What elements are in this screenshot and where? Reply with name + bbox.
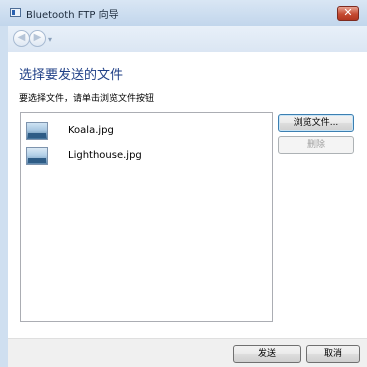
list-item[interactable]: Koala.jpg [26,122,226,140]
close-button[interactable]: ✕ [337,6,359,21]
wizard-content: 选择要发送的文件 要选择文件，请单击浏览文件按钮 Koala.jpg Light… [8,52,367,338]
list-item[interactable]: Lighthouse.jpg [26,147,226,165]
file-list[interactable]: Koala.jpg Lighthouse.jpg [20,112,273,322]
back-arrow-icon: ◀ [17,32,26,43]
button-bar: 发送 取消 [8,338,367,367]
forward-arrow-icon: ▶ [33,32,42,43]
instruction-text: 要选择文件，请单击浏览文件按钮 [19,94,155,104]
wizard-window: Bluetooth FTP 向导 ✕ ◀ ▶ ▾ 选择要发送的文件 要选择文件，… [0,0,367,367]
file-name: Koala.jpg [68,125,114,136]
send-button[interactable]: 发送 [233,345,301,363]
bluetooth-window-icon [10,8,21,17]
page-title: 选择要发送的文件 [19,68,124,83]
close-icon: ✕ [343,6,353,19]
file-name: Lighthouse.jpg [68,150,142,161]
cancel-button[interactable]: 取消 [306,345,360,363]
window-title: Bluetooth FTP 向导 [26,10,119,21]
browse-files-button[interactable]: 浏览文件... [278,114,354,132]
image-icon [26,122,48,140]
forward-button[interactable]: ▶ [29,30,46,47]
back-button[interactable]: ◀ [13,30,30,47]
navigation-bar: ◀ ▶ ▾ [8,26,367,52]
delete-button[interactable]: 删除 [278,136,354,154]
history-dropdown-icon[interactable]: ▾ [48,35,52,44]
title-bar[interactable]: Bluetooth FTP 向导 ✕ [0,0,367,26]
image-icon [26,147,48,165]
